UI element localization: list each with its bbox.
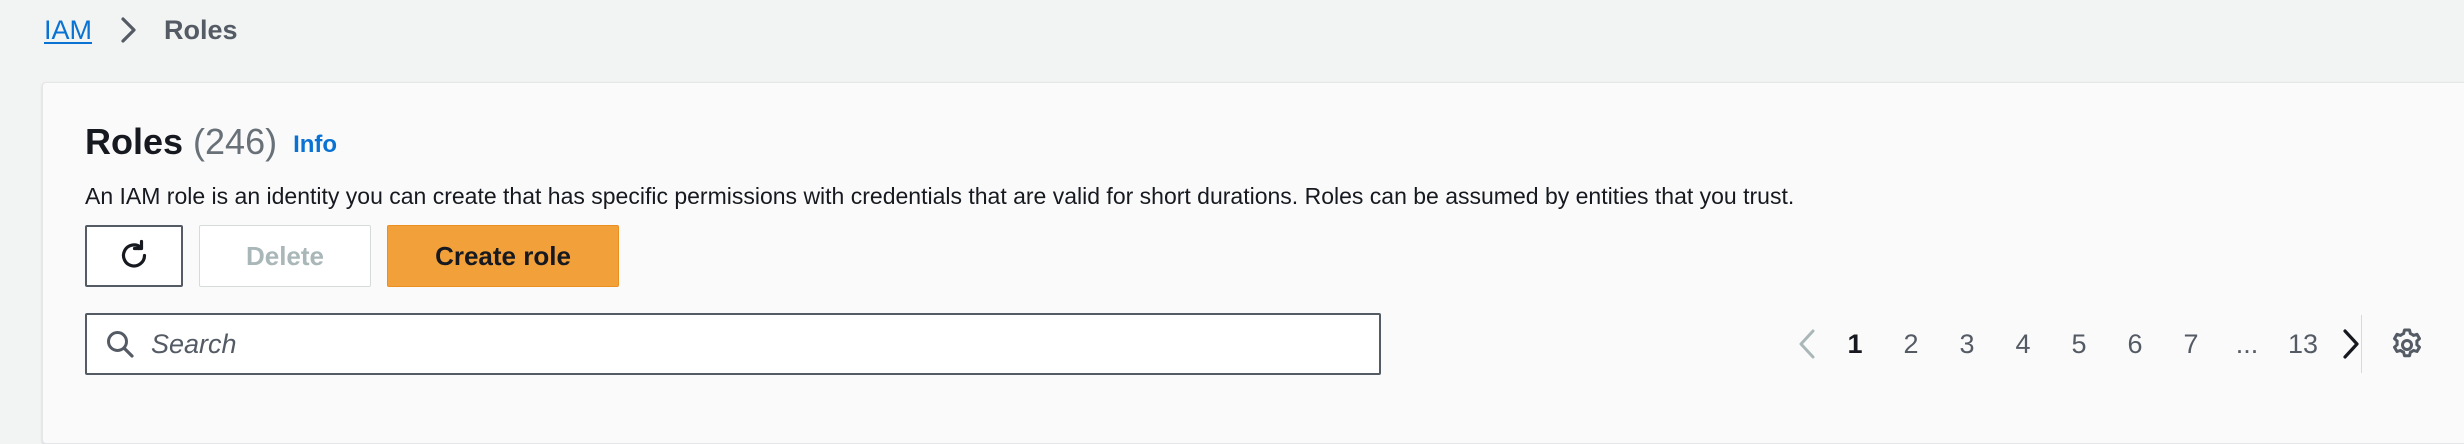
page-7[interactable]: 7 [2163, 329, 2219, 360]
previous-page-icon[interactable] [1787, 319, 1827, 369]
page-6[interactable]: 6 [2107, 329, 2163, 360]
search-icon [105, 329, 135, 359]
page-1[interactable]: 1 [1827, 329, 1883, 360]
create-role-button[interactable]: Create role [387, 225, 619, 287]
action-bar: Delete Create role [85, 225, 619, 287]
refresh-button[interactable] [85, 225, 183, 287]
breadcrumb-iam-link[interactable]: IAM [44, 15, 92, 46]
page-13[interactable]: 13 [2275, 329, 2331, 360]
pagination: 1 2 3 4 5 6 7 ... 13 [1787, 319, 2371, 369]
pagination-divider [2361, 315, 2362, 373]
page-4[interactable]: 4 [1995, 329, 2051, 360]
breadcrumb-current: Roles [164, 14, 238, 45]
panel-header: Roles (246) Info [85, 121, 337, 163]
delete-button[interactable]: Delete [199, 225, 371, 287]
info-link[interactable]: Info [293, 131, 337, 159]
breadcrumb: IAM Roles [44, 10, 238, 50]
search-box [85, 313, 1381, 375]
settings-button[interactable] [2387, 325, 2427, 365]
page-3[interactable]: 3 [1939, 329, 1995, 360]
page-5[interactable]: 5 [2051, 329, 2107, 360]
roles-count: (246) [193, 121, 278, 162]
chevron-right-icon [114, 16, 144, 44]
next-page-icon[interactable] [2331, 319, 2371, 369]
page-title: Roles [85, 121, 184, 162]
page-ellipsis: ... [2235, 328, 2259, 359]
page-2[interactable]: 2 [1883, 329, 1939, 360]
gear-icon [2389, 327, 2425, 363]
search-input[interactable] [151, 315, 1351, 373]
panel-description: An IAM role is an identity you can creat… [85, 183, 1795, 209]
refresh-icon [116, 238, 152, 274]
roles-panel: Roles (246) Info An IAM role is an ident… [42, 82, 2464, 444]
